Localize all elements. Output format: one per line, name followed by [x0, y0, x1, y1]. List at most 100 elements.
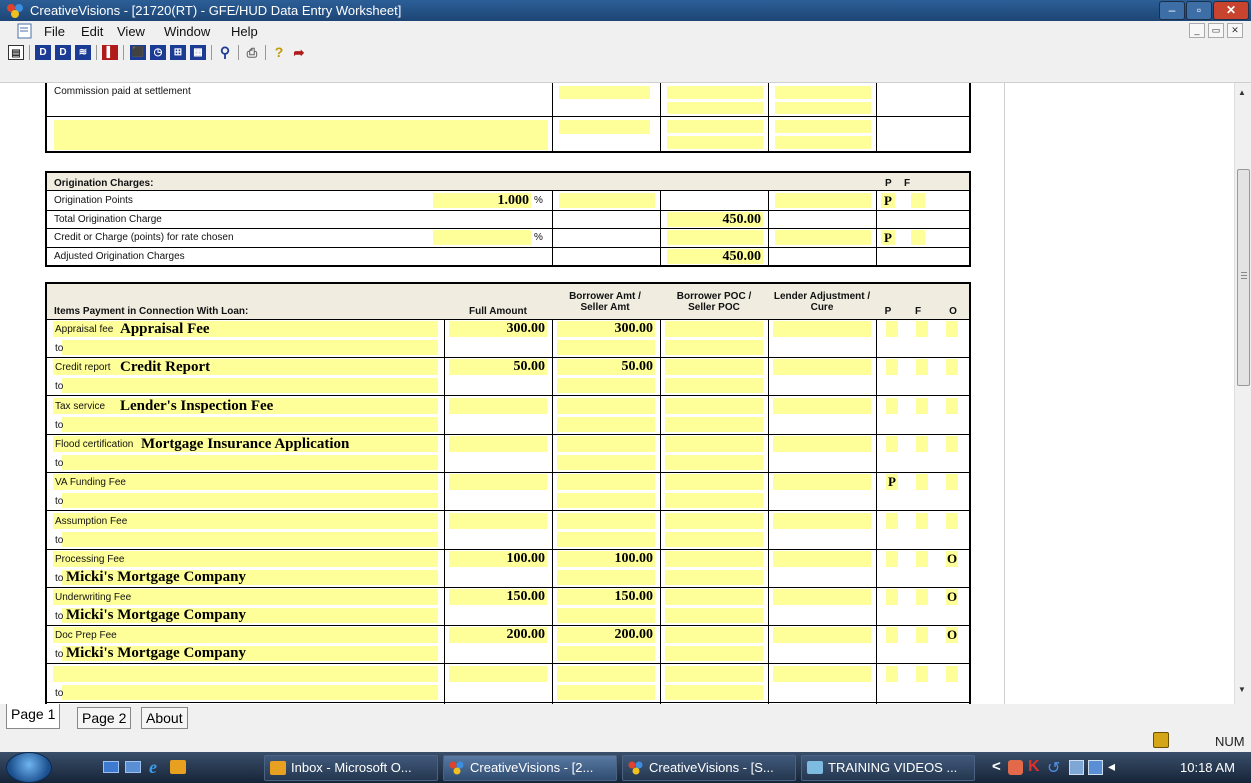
item-seller-poc-field[interactable]: [665, 608, 763, 623]
item-o-checkbox[interactable]: [946, 513, 958, 529]
item-seller-amount-field[interactable]: [557, 646, 655, 661]
item-o-checkbox[interactable]: [946, 666, 958, 682]
menu-help[interactable]: Help: [231, 24, 258, 39]
item-lender-field[interactable]: [773, 436, 871, 452]
taskbar-item-creativevisions-2[interactable]: CreativeVisions - [S...: [622, 755, 796, 781]
item-seller-amount-field[interactable]: [557, 532, 655, 547]
menu-file[interactable]: File: [44, 24, 65, 39]
item-p-checkbox[interactable]: P: [886, 474, 898, 490]
item-borrower-amount-field[interactable]: 100.00: [557, 551, 655, 567]
item-p-checkbox[interactable]: [886, 359, 898, 375]
tray-network-icon[interactable]: [1069, 760, 1084, 775]
item-lender-field[interactable]: [773, 627, 871, 643]
item-full-amount-field[interactable]: [449, 398, 547, 414]
credit-charge-p-field[interactable]: P: [881, 230, 895, 245]
grid-icon[interactable]: ⊞: [170, 45, 186, 60]
calendar-icon[interactable]: ◷: [150, 45, 166, 60]
item-seller-poc-field[interactable]: [665, 570, 763, 585]
item-borrower-amount-field[interactable]: [557, 666, 655, 682]
item-f-checkbox[interactable]: [916, 474, 928, 490]
item-lender-field[interactable]: [773, 398, 871, 414]
item-seller-poc-field[interactable]: [665, 685, 763, 700]
form-d-icon[interactable]: D: [35, 45, 51, 60]
item-seller-poc-field[interactable]: [665, 646, 763, 661]
item-p-checkbox[interactable]: [886, 321, 898, 337]
item-seller-poc-field[interactable]: [665, 532, 763, 547]
item-seller-amount-field[interactable]: [557, 570, 655, 585]
item-lender-field[interactable]: [773, 666, 871, 682]
commission-lender-field-4[interactable]: [775, 136, 871, 149]
item-borrower-amount-field[interactable]: 50.00: [557, 359, 655, 375]
item-borrower-amount-field[interactable]: 200.00: [557, 627, 655, 643]
item-to-field[interactable]: [62, 455, 438, 470]
pin-icon[interactable]: ⚲: [217, 45, 233, 60]
item-seller-amount-field[interactable]: [557, 417, 655, 432]
credit-charge-points-field[interactable]: [433, 230, 531, 245]
internet-explorer-icon[interactable]: e: [149, 757, 157, 778]
item-borrower-poc-field[interactable]: [665, 551, 763, 567]
item-f-checkbox[interactable]: [916, 589, 928, 605]
commission-poc-field-3[interactable]: [667, 120, 763, 133]
notes-icon[interactable]: ▤: [8, 45, 24, 60]
total-origination-charge-field[interactable]: 450.00: [667, 212, 763, 227]
item-p-checkbox[interactable]: [886, 627, 898, 643]
item-full-amount-field[interactable]: [449, 474, 547, 490]
item-p-checkbox[interactable]: [886, 551, 898, 567]
commission-poc-field[interactable]: [667, 86, 763, 99]
item-p-checkbox[interactable]: [886, 589, 898, 605]
item-name-field[interactable]: [53, 666, 438, 682]
scrollbar-thumb[interactable]: [1237, 169, 1250, 386]
item-seller-amount-field[interactable]: [557, 340, 655, 355]
commission-lender-field-3[interactable]: [775, 120, 871, 133]
item-p-checkbox[interactable]: [886, 436, 898, 452]
item-borrower-amount-field[interactable]: [557, 436, 655, 452]
clock[interactable]: 10:18 AM: [1180, 760, 1235, 775]
close-button[interactable]: ✕: [1213, 1, 1249, 20]
item-to-field[interactable]: [62, 532, 438, 547]
origination-points-field[interactable]: 1.000: [433, 193, 531, 208]
item-full-amount-field[interactable]: 300.00: [449, 321, 547, 337]
item-o-checkbox[interactable]: [946, 436, 958, 452]
origination-lender-field[interactable]: [775, 193, 871, 208]
item-to-field[interactable]: [62, 493, 438, 508]
menu-edit[interactable]: Edit: [81, 24, 103, 39]
item-seller-amount-field[interactable]: [557, 378, 655, 393]
item-p-checkbox[interactable]: [886, 666, 898, 682]
item-seller-amount-field[interactable]: [557, 608, 655, 623]
help-icon[interactable]: ?: [271, 45, 287, 60]
commission-poc-field-4[interactable]: [667, 136, 763, 149]
item-borrower-poc-field[interactable]: [665, 436, 763, 452]
taskbar-item-training-videos[interactable]: TRAINING VIDEOS ...: [801, 755, 975, 781]
item-seller-poc-field[interactable]: [665, 378, 763, 393]
item-borrower-poc-field[interactable]: [665, 513, 763, 529]
item-full-amount-field[interactable]: [449, 513, 547, 529]
item-o-checkbox[interactable]: O: [946, 551, 958, 567]
item-f-checkbox[interactable]: [916, 627, 928, 643]
item-borrower-amount-field[interactable]: 300.00: [557, 321, 655, 337]
item-o-checkbox[interactable]: [946, 359, 958, 375]
item-borrower-poc-field[interactable]: [665, 474, 763, 490]
item-borrower-poc-field[interactable]: [665, 359, 763, 375]
item-o-checkbox[interactable]: [946, 398, 958, 414]
credit-charge-poc-field[interactable]: [667, 230, 763, 245]
commission-name-field[interactable]: [54, 120, 548, 150]
tray-swirl-icon[interactable]: ↺: [1047, 758, 1060, 778]
item-full-amount-field[interactable]: [449, 436, 547, 452]
item-seller-amount-field[interactable]: [557, 493, 655, 508]
item-seller-poc-field[interactable]: [665, 493, 763, 508]
item-f-checkbox[interactable]: [916, 436, 928, 452]
tray-monitor-icon[interactable]: [1088, 760, 1103, 775]
mdi-restore-button[interactable]: ▭: [1208, 23, 1224, 38]
item-lender-field[interactable]: [773, 589, 871, 605]
item-f-checkbox[interactable]: [916, 359, 928, 375]
mdi-minimize-button[interactable]: _: [1189, 23, 1205, 38]
menu-window[interactable]: Window: [164, 24, 210, 39]
taskbar-item-creativevisions-1[interactable]: CreativeVisions - [2...: [443, 755, 617, 781]
menu-view[interactable]: View: [117, 24, 145, 39]
item-seller-poc-field[interactable]: [665, 417, 763, 432]
item-full-amount-field[interactable]: 50.00: [449, 359, 547, 375]
item-to-field[interactable]: [62, 340, 438, 355]
item-borrower-poc-field[interactable]: [665, 627, 763, 643]
tab-about[interactable]: About: [141, 707, 188, 729]
item-f-checkbox[interactable]: [916, 551, 928, 567]
